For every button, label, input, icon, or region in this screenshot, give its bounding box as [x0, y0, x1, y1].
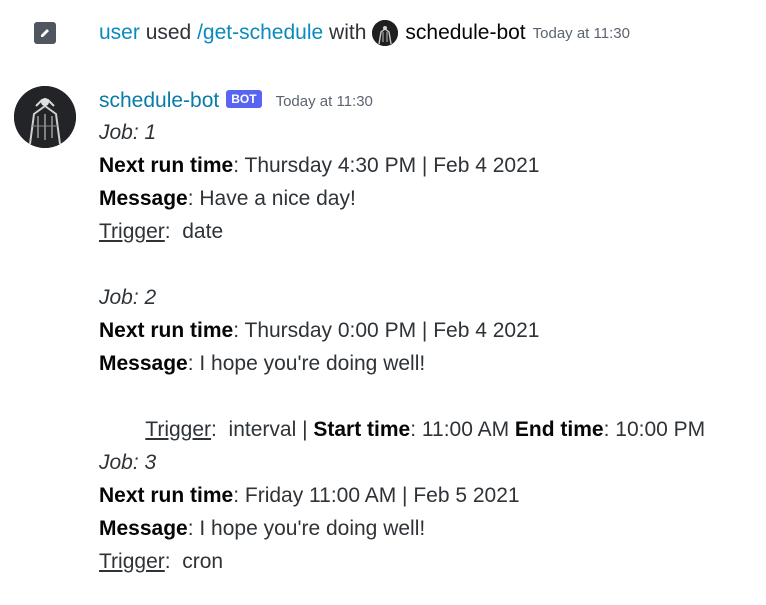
- message-value: : Have a nice day!: [187, 187, 356, 210]
- used-word: used: [145, 21, 192, 44]
- job-trigger: Trigger: interval | Start time: 11:00 AM…: [99, 380, 759, 441]
- next-run-value: : Friday 11:00 AM | Feb 5 2021: [233, 484, 520, 507]
- end-time-value: : 10:00 PM: [603, 418, 706, 441]
- message-value: : I hope you're doing well!: [187, 352, 426, 375]
- job-next-run: Next run time: Thursday 0:00 PM | Feb 4 …: [99, 314, 759, 347]
- trigger-label: Trigger: [99, 220, 165, 243]
- command-timestamp: Today at 11:30: [532, 24, 630, 42]
- command-user-link[interactable]: user: [99, 21, 140, 45]
- trigger-value: : date: [164, 220, 224, 243]
- job-next-run: Next run time: Thursday 4:30 PM | Feb 4 …: [99, 149, 759, 182]
- end-time-label: End time: [514, 418, 604, 441]
- bot-avatar[interactable]: [14, 86, 76, 148]
- job-entry: Job: 3 Next run time: Friday 11:00 AM | …: [99, 446, 759, 578]
- job-entry: Job: 1 Next run time: Thursday 4:30 PM |…: [99, 116, 759, 248]
- job-message: Message: I hope you're doing well!: [99, 347, 759, 380]
- job-message: Message: I hope you're doing well!: [99, 512, 759, 545]
- job-title: Job: 1: [99, 121, 157, 144]
- command-name-link[interactable]: /get-schedule: [197, 21, 323, 45]
- command-reply-text: user used /get-schedule with schedule-bo…: [99, 20, 630, 46]
- job-trigger: Trigger: cron: [99, 545, 759, 578]
- job-next-run: Next run time: Friday 11:00 AM | Feb 5 2…: [99, 479, 759, 512]
- start-time-value: : 11:00 AM: [410, 418, 515, 441]
- job-title: Job: 3: [99, 451, 157, 474]
- trigger-label: Trigger: [99, 550, 165, 573]
- job-title: Job: 2: [99, 286, 157, 309]
- job-trigger: Trigger: date: [99, 215, 759, 248]
- next-run-label: Next run time: [99, 484, 234, 507]
- message-author[interactable]: schedule-bot: [99, 89, 219, 113]
- next-run-label: Next run time: [99, 154, 234, 177]
- message-header: schedule-bot BOT Today at 11:30: [99, 86, 759, 116]
- trigger-label: Trigger: [145, 418, 212, 441]
- message-content: Job: 1 Next run time: Thursday 4:30 PM |…: [99, 116, 759, 578]
- message-label: Message: [99, 187, 188, 210]
- job-entry: Job: 2 Next run time: Thursday 0:00 PM |…: [99, 281, 759, 441]
- command-reply-line: user used /get-schedule with schedule-bo…: [0, 18, 766, 50]
- slash-command-icon: [34, 22, 56, 44]
- next-run-value: : Thursday 0:00 PM | Feb 4 2021: [233, 319, 540, 342]
- bot-mini-avatar[interactable]: [372, 20, 399, 46]
- job-message: Message: Have a nice day!: [99, 182, 759, 215]
- message-label: Message: [99, 352, 188, 375]
- message-label: Message: [99, 517, 188, 540]
- next-run-value: : Thursday 4:30 PM | Feb 4 2021: [233, 154, 540, 177]
- next-run-label: Next run time: [99, 319, 234, 342]
- start-time-label: Start time: [313, 418, 411, 441]
- bot-tag-badge: BOT: [226, 90, 262, 108]
- message-timestamp: Today at 11:30: [275, 92, 373, 110]
- trigger-value: : interval |: [211, 418, 314, 441]
- message-value: : I hope you're doing well!: [187, 517, 426, 540]
- trigger-value: : cron: [164, 550, 224, 573]
- command-bot-name[interactable]: schedule-bot: [405, 21, 525, 45]
- with-word: with: [329, 21, 367, 44]
- bot-message: schedule-bot BOT Today at 11:30 Job: 1 N…: [99, 86, 759, 578]
